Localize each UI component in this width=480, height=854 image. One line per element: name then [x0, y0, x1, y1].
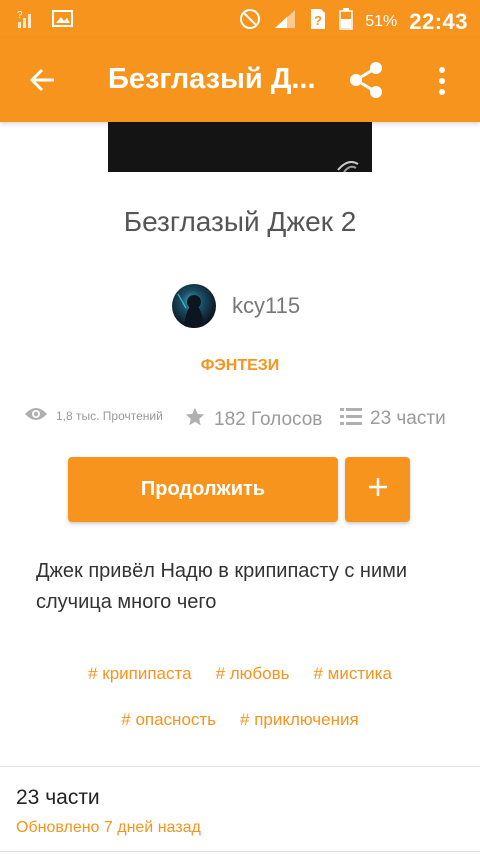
genre-label[interactable]: ФЭНТЕЗИ — [0, 357, 480, 375]
app-toolbar: Безглазый Д... — [0, 38, 480, 122]
tag-item[interactable]: # приключения — [240, 710, 359, 734]
eye-icon — [24, 406, 48, 425]
signal-strength-icon — [273, 8, 297, 35]
votes-stat: 182 Голосов — [184, 406, 322, 434]
svg-text:?: ? — [17, 10, 23, 21]
image-icon — [52, 9, 74, 34]
reads-count: 1,8 тыс. Прочтений — [56, 408, 163, 423]
tag-item[interactable]: # любовь — [216, 664, 290, 688]
divider — [0, 851, 480, 852]
tag-item[interactable]: # крипипаста — [88, 664, 191, 688]
star-icon — [184, 406, 206, 434]
story-description: Джек привёл Надю в крипипасту с ними слу… — [36, 560, 408, 613]
tag-list: # крипипаста # любовь # мистика # опасно… — [20, 664, 460, 756]
updated-label: Обновлено 7 дней назад — [16, 819, 201, 836]
table-of-contents-title[interactable]: 23 части — [16, 786, 100, 810]
tag-item[interactable]: # мистика — [314, 664, 392, 688]
divider — [0, 766, 480, 767]
battery-percent: 51% — [365, 12, 398, 30]
story-title: Безглазый Джек 2 — [123, 206, 357, 237]
battery-icon — [339, 8, 353, 35]
do-not-disturb-icon — [239, 8, 261, 35]
votes-count: 182 Голосов — [214, 409, 323, 430]
add-to-library-button[interactable] — [345, 457, 410, 522]
reads-stat: 1,8 тыс. Прочтений — [24, 406, 163, 425]
story-stats: 1,8 тыс. Прочтений 182 Голосов 23 части — [24, 406, 464, 436]
continue-reading-button[interactable]: Продолжить — [68, 457, 338, 522]
cover-art — [337, 161, 359, 172]
toolbar-title: Безглазый Д... — [108, 63, 316, 95]
arrow-left-icon[interactable] — [24, 62, 60, 98]
author-row[interactable]: kcy115 — [172, 284, 300, 328]
tag-row: # крипипаста # любовь # мистика — [20, 664, 460, 688]
author-name[interactable]: kcy115 — [232, 293, 300, 319]
tag-row: # опасность # приключения — [20, 710, 460, 734]
signal-icon: ? — [16, 8, 38, 35]
svg-text:?: ? — [314, 13, 322, 28]
book-cover — [108, 122, 372, 172]
parts-stat: 23 части — [340, 406, 446, 432]
list-icon — [340, 406, 362, 432]
parts-count-stat: 23 части — [370, 408, 446, 429]
sim-unknown-icon: ? — [309, 8, 327, 35]
avatar[interactable] — [172, 284, 216, 328]
share-icon[interactable] — [346, 60, 386, 100]
more-vertical-icon[interactable] — [430, 64, 454, 98]
tag-item[interactable]: # опасность — [121, 710, 216, 734]
continue-label: Продолжить — [140, 478, 266, 500]
plus-icon — [366, 475, 390, 504]
clock: 22:43 — [409, 8, 468, 34]
status-bar: ? ? 51% 22:43 — [0, 0, 480, 38]
